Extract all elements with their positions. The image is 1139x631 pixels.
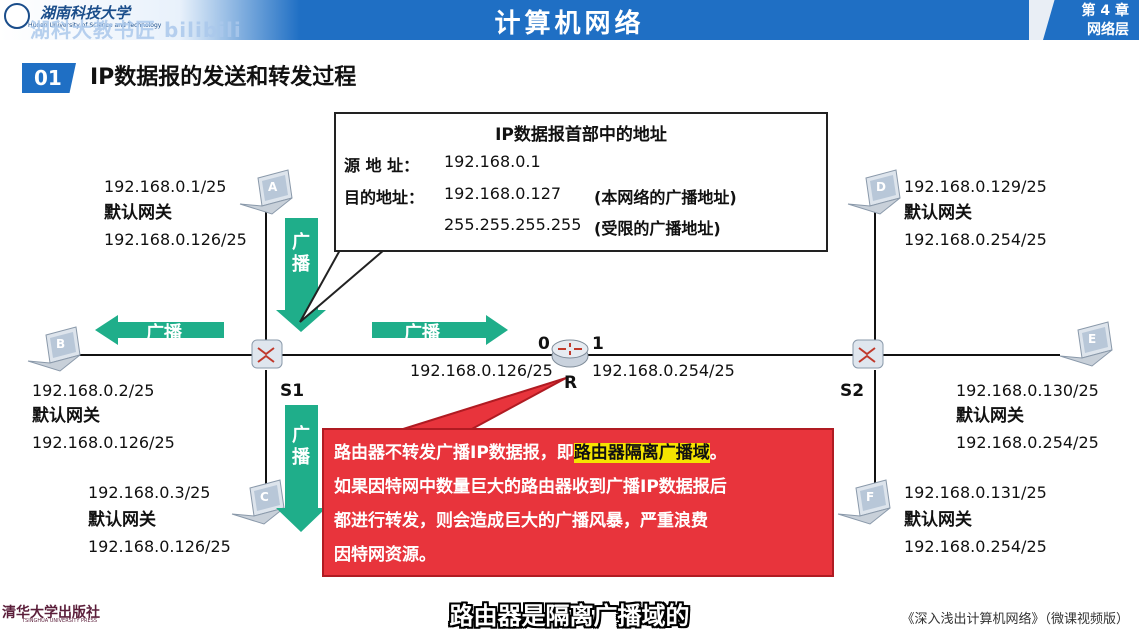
broadcast-label-bottom: 广播 — [292, 425, 310, 468]
host-a-gw-label: 默认网关 — [104, 203, 172, 223]
host-e-ip: 192.168.0.130/25 — [956, 381, 1099, 400]
host-e-letter: E — [1088, 332, 1097, 346]
host-f-letter: F — [866, 490, 875, 504]
laptop-e-icon — [1059, 321, 1113, 367]
explanation-line3: 都进行转发，则会造成巨大的广播风暴，严重浪费 — [334, 511, 708, 531]
video-subtitle: 路由器是隔离广播域的 — [449, 602, 690, 630]
host-f-gw: 192.168.0.254/25 — [904, 537, 1047, 556]
laptop-f-icon — [837, 479, 891, 525]
host-c-letter: C — [260, 490, 269, 504]
dst-value-2: 255.255.255.255 — [444, 215, 582, 234]
explanation-line1-pre: 路由器不转发广播IP数据报，即 — [334, 443, 574, 463]
host-c-gw-label: 默认网关 — [88, 510, 156, 530]
dst-value-1: 192.168.0.127 — [444, 184, 562, 203]
laptop-a-icon — [239, 169, 293, 215]
switch-s1-icon — [251, 339, 283, 369]
host-a-letter: A — [268, 180, 278, 194]
callout-title: IP数据报首部中的地址 — [495, 125, 667, 145]
laptop-d-icon — [847, 169, 901, 215]
host-b-ip: 192.168.0.2/25 — [32, 381, 155, 400]
laptop-b-icon — [27, 326, 81, 372]
broadcast-label-top: 广播 — [292, 232, 310, 275]
host-c-ip: 192.168.0.3/25 — [88, 483, 211, 502]
dst-label: 目的地址： — [344, 188, 425, 207]
broadcast-arrow-right — [372, 315, 508, 345]
broadcast-label-left: 广播 — [146, 323, 182, 344]
host-d-gw: 192.168.0.254/25 — [904, 230, 1047, 249]
src-value: 192.168.0.1 — [444, 152, 541, 171]
host-b-letter: B — [56, 337, 66, 351]
redbox-pointer — [399, 377, 567, 431]
dst-note-2: (受限的广播地址) — [594, 219, 721, 238]
host-e-gw-label: 默认网关 — [956, 406, 1024, 426]
host-e-gw: 192.168.0.254/25 — [956, 433, 1099, 452]
explanation-line4: 因特网资源。 — [334, 545, 436, 565]
switch-s2-label: S2 — [840, 381, 865, 401]
dst-note-1: (本网络的广播地址) — [594, 188, 737, 207]
router-port0: 0 — [538, 334, 550, 354]
src-label: 源 地 址： — [344, 156, 420, 175]
host-f-gw-label: 默认网关 — [904, 510, 972, 530]
switch-s1-label: S1 — [280, 381, 305, 401]
host-d-ip: 192.168.0.129/25 — [904, 177, 1047, 196]
laptop-c-icon — [231, 479, 285, 525]
router-ip1: 192.168.0.254/25 — [592, 361, 735, 380]
host-a-gw: 192.168.0.126/25 — [104, 230, 247, 249]
explanation-line1-post: 。 — [709, 443, 727, 463]
host-a-ip: 192.168.0.1/25 — [104, 177, 227, 196]
router-label: R — [564, 373, 578, 393]
explanation-box: 路由器不转发广播IP数据报，即路由器隔离广播域。 如果因特网中数量巨大的路由器收… — [322, 428, 834, 577]
host-b-gw: 192.168.0.126/25 — [32, 433, 175, 452]
host-b-gw-label: 默认网关 — [32, 406, 100, 426]
host-c-gw: 192.168.0.126/25 — [88, 537, 231, 556]
explanation-line2: 如果因特网中数量巨大的路由器收到广播IP数据报后 — [334, 477, 727, 497]
host-f-ip: 192.168.0.131/25 — [904, 483, 1047, 502]
router-ip0: 192.168.0.126/25 — [410, 361, 553, 380]
address-callout: IP数据报首部中的地址 源 地 址： 192.168.0.1 目的地址： 192… — [334, 112, 828, 252]
router-icon — [551, 339, 589, 368]
host-d-gw-label: 默认网关 — [904, 203, 972, 223]
host-d-letter: D — [876, 180, 886, 194]
broadcast-label-right: 广播 — [404, 323, 440, 344]
explanation-highlight: 路由器隔离广播域 — [573, 443, 710, 463]
router-port1: 1 — [592, 334, 604, 354]
switch-s2-icon — [852, 339, 884, 369]
